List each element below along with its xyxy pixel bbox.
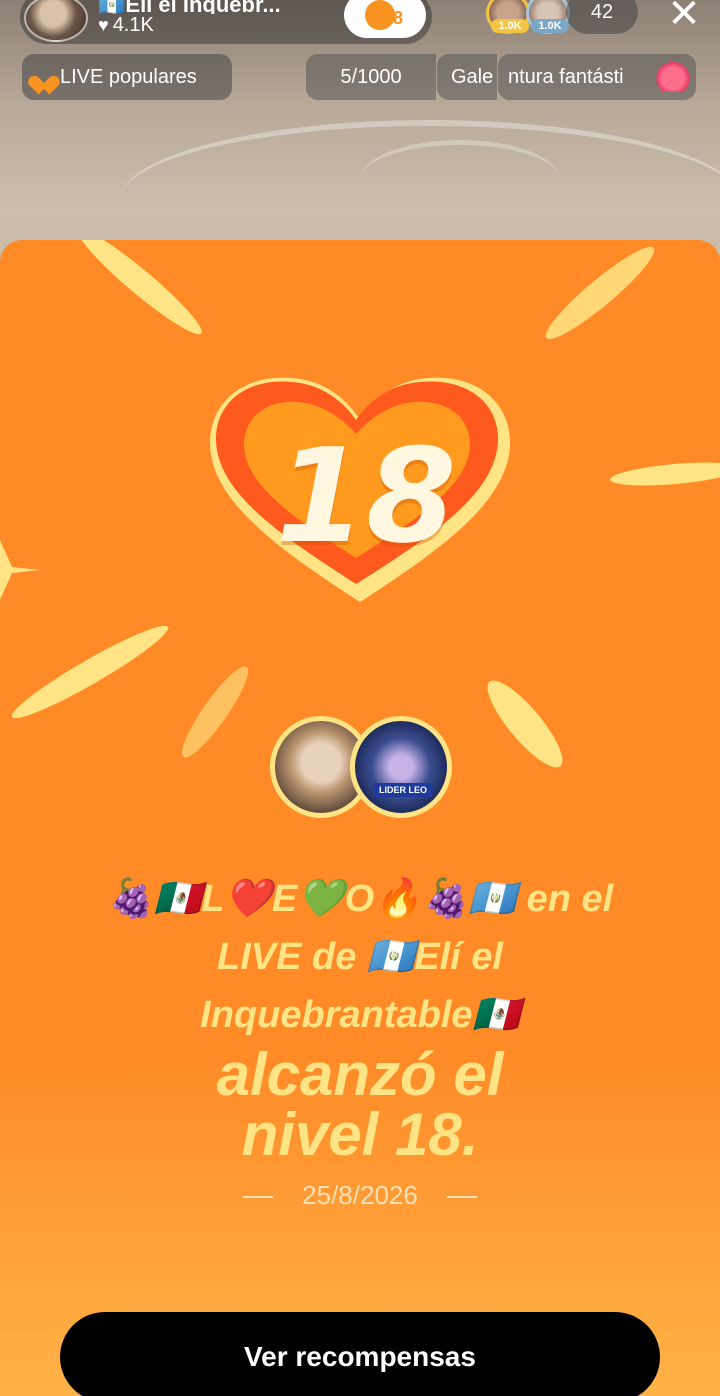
hat-crown-shape <box>360 140 560 220</box>
achievement-line: nivel 18. <box>241 1101 479 1168</box>
sparkle-icon <box>0 540 40 600</box>
achievement-line: alcanzó el <box>216 1041 504 1108</box>
viewer-count[interactable]: 42 <box>566 0 638 34</box>
heart-icon <box>32 66 54 88</box>
date-row: 25/8/2026 <box>0 1180 720 1211</box>
level-heart-icon: 18 <box>200 370 520 610</box>
view-rewards-button[interactable]: Ver recompensas <box>60 1312 660 1396</box>
popular-live-pill[interactable]: LIVE populares <box>22 54 232 100</box>
sunburst-ray <box>71 240 209 343</box>
message-line: 🍇🇲🇽L❤️E💚O🔥🍇🇬🇹 en el <box>106 878 614 920</box>
live-info-row: LIVE populares 5/1000 Gale ntura fantást… <box>0 54 720 102</box>
level-badge-number: 18 <box>383 8 404 28</box>
level-message: 🍇🇲🇽L❤️E💚O🔥🍇🇬🇹 en el LIVE de 🇬🇹Elí el Inq… <box>40 870 680 1168</box>
sunburst-ray <box>173 660 257 764</box>
message-line: LIVE de 🇬🇹Elí el <box>217 936 503 978</box>
level-up-card: 18 LIDER LEO 🍇🇲🇽L❤️E💚O🔥🍇🇬🇹 en el LIVE de… <box>0 240 720 1396</box>
sunburst-ray <box>538 240 662 348</box>
adventure-pill[interactable]: ntura fantásti <box>498 54 696 100</box>
host-name[interactable]: 🇬🇹Elí el Inquebr... <box>98 0 338 14</box>
viewer-avatar[interactable]: 1.0K <box>526 0 570 34</box>
level-number: 18 <box>275 420 457 572</box>
achievement-date: 25/8/2026 <box>302 1180 418 1210</box>
top-viewers[interactable]: 1.0K 1.0K <box>486 0 576 36</box>
sunburst-ray <box>609 458 720 490</box>
divider <box>447 1196 478 1199</box>
close-icon[interactable]: ✕ <box>662 0 706 36</box>
viewer-tag: 1.0K <box>491 19 529 33</box>
avatar-pair: LIDER LEO <box>270 716 456 820</box>
divider <box>242 1196 273 1199</box>
message-line: Inquebrantable🇲🇽 <box>200 994 520 1036</box>
heart-icon: ♥ <box>98 15 109 35</box>
viewer-avatar[interactable]: 1.0K <box>486 0 530 34</box>
guest-badge: LIDER LEO <box>373 783 433 797</box>
viewer-tag: 1.0K <box>531 19 569 33</box>
level-badge-button[interactable]: 18 <box>344 0 426 38</box>
adventure-label: ntura fantásti <box>508 66 624 88</box>
gallery-pill[interactable]: Gale <box>437 54 497 100</box>
level-heart-icon: 18 <box>363 0 407 32</box>
live-level-up-screen: 🇬🇹Elí el Inquebr... ♥ 4.1K 18 1.0K 1.0K … <box>0 0 720 1396</box>
popular-label: LIVE populares <box>60 65 197 88</box>
sunburst-ray <box>6 616 174 728</box>
rank-pill[interactable]: 5/1000 <box>306 54 436 100</box>
likes-count: 4.1K <box>112 14 154 36</box>
host-likes: ♥ 4.1K <box>98 14 154 37</box>
guest-avatar: LIDER LEO <box>350 716 452 818</box>
heart-gift-icon <box>656 62 690 92</box>
sunburst-ray <box>477 671 573 777</box>
